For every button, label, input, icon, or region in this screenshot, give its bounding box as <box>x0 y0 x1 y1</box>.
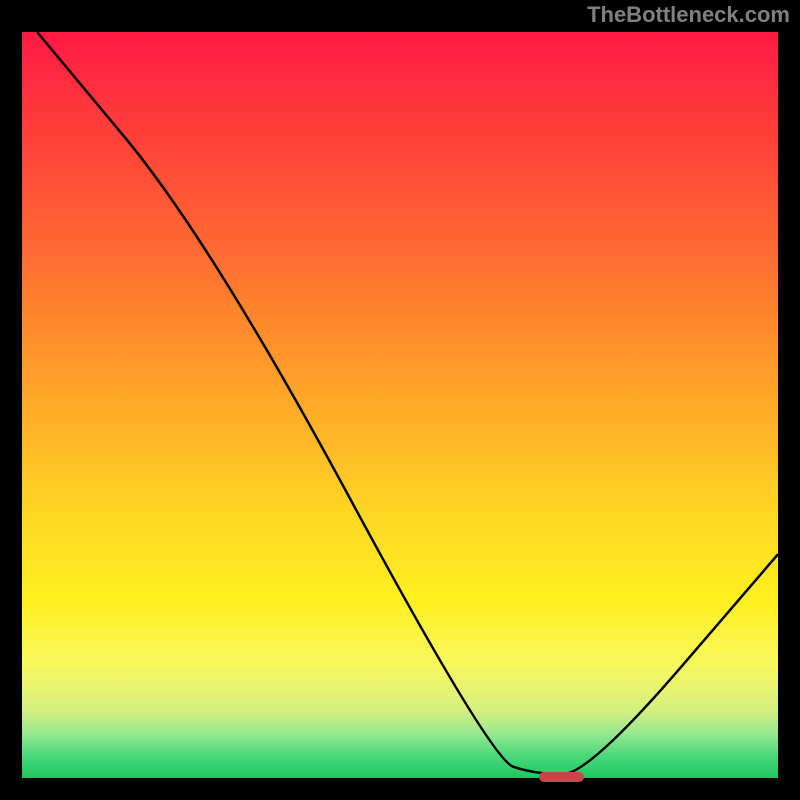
watermark-text: TheBottleneck.com <box>587 2 790 28</box>
chart-plot-area <box>20 30 780 780</box>
optimum-marker <box>539 772 585 783</box>
bottleneck-curve <box>22 32 778 778</box>
